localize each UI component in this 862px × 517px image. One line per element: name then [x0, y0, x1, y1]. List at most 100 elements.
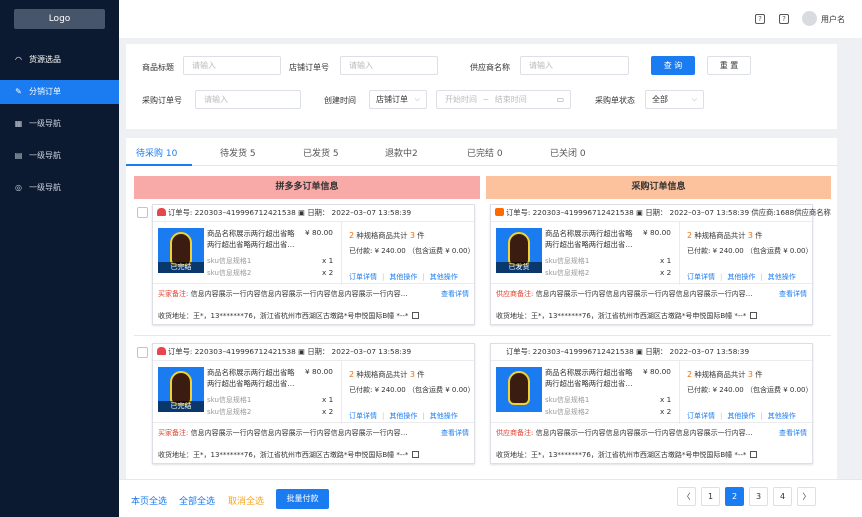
purchase-order-input[interactable]: 请输入 — [195, 90, 301, 109]
tab-shipped[interactable]: 已发货 5 — [303, 146, 339, 159]
summary-text: 种规格商品共计 — [354, 370, 410, 379]
order-row-checkbox[interactable] — [137, 207, 148, 218]
row-divider — [134, 335, 831, 336]
sidebar-item-nav-1[interactable]: ▦ 一级导航 — [0, 112, 119, 136]
next-page-button[interactable]: 〉 — [797, 487, 816, 506]
supplier-input[interactable]: 请输入 — [520, 56, 629, 75]
shipping-address: 收货地址：王*，13*******76，浙江省杭州市西湖区古墩路*号申悦国际B幢… — [158, 450, 420, 460]
calendar-icon: ▭ — [556, 95, 564, 104]
product-thumbnail[interactable] — [496, 367, 542, 412]
view-detail-link[interactable]: 查看详情 — [441, 289, 469, 299]
tab-completed[interactable]: 已完结 0 — [467, 146, 503, 159]
product-thumbnail[interactable]: 已发货 — [496, 228, 542, 273]
other-action-link[interactable]: 其他操作 — [727, 412, 755, 420]
sku-spec-1: sku信息规格1 — [207, 257, 252, 265]
order-header-text: 订单号: 220303–419996712421538 ▣ 日期： 2022–0… — [506, 208, 831, 217]
question-icon[interactable]: ? — [779, 14, 789, 24]
summary-unit: 件 — [414, 231, 425, 240]
product-name[interactable]: 商品名称展示两行超出省略两行超出省略两行超出省… — [207, 367, 297, 389]
sidebar-item-distribution-orders[interactable]: ✎ 分销订单 — [0, 80, 119, 104]
copy-icon[interactable] — [750, 312, 758, 319]
sku-qty-2: x 2 — [660, 407, 672, 416]
created-time-select[interactable]: 店铺订单 ⌵ — [369, 90, 427, 109]
other-action-link[interactable]: 其他操作 — [768, 412, 796, 420]
copy-icon[interactable] — [412, 451, 420, 458]
product-name[interactable]: 商品名称展示两行超出省略两行超出省略两行超出省… — [545, 367, 635, 389]
sidebar-item-source[interactable]: ◠ 货源选品 — [0, 48, 119, 72]
avatar[interactable] — [802, 11, 817, 26]
other-action-link[interactable]: 其他操作 — [389, 412, 417, 420]
paid-amount: 已付款: ¥ 240.00 （包含运费 ¥ 0.00） — [687, 386, 813, 394]
purchase-order-card: 订单号: 220303–419996712421538 ▣ 日期： 2022–0… — [490, 204, 831, 325]
summary-unit: 件 — [752, 231, 763, 240]
tab-pending-purchase[interactable]: 待采购 10 — [136, 146, 177, 159]
date-range-input[interactable]: 开始时间 ~ 结束时间 ▭ — [436, 90, 571, 109]
store-order-input[interactable]: 请输入 — [340, 56, 438, 75]
card-divider — [679, 222, 680, 285]
copy-icon[interactable] — [750, 451, 758, 458]
tab-closed[interactable]: 已关闭 0 — [550, 146, 586, 159]
chevron-down-icon: ⌵ — [691, 95, 697, 103]
other-action-link[interactable]: 其他操作 — [430, 273, 458, 281]
tab-refunding[interactable]: 退款中2 — [385, 146, 418, 159]
username[interactable]: 用户名 — [821, 14, 845, 25]
order-header: 订单号: 220303–419996712421538 ▣ 日期： 2022–0… — [157, 208, 411, 218]
sidebar-item-nav-2[interactable]: ▤ 一级导航 — [0, 144, 119, 168]
order-row-checkbox[interactable] — [137, 347, 148, 358]
page-3-button[interactable]: 3 — [749, 487, 768, 506]
sku-spec-1: sku信息规格1 — [545, 257, 590, 265]
order-header: 订单号: 220303–419996712421538 ▣ 日期： 2022–0… — [495, 208, 831, 218]
purchase-status-select[interactable]: 全部 ⌵ — [645, 90, 704, 109]
active-tab-indicator — [126, 164, 192, 166]
select-page-link[interactable]: 本页全选 — [131, 494, 167, 507]
order-detail-link[interactable]: 订单详情 — [349, 412, 377, 420]
product-name[interactable]: 商品名称展示两行超出省略两行超出省略两行超出省… — [207, 228, 297, 250]
view-detail-link[interactable]: 查看详情 — [441, 428, 469, 438]
status-stamp: 已完结 — [158, 262, 204, 273]
sku-qty-1: x 1 — [322, 395, 334, 404]
page-1-button[interactable]: 1 — [701, 487, 720, 506]
other-action-link[interactable]: 其他操作 — [389, 273, 417, 281]
created-time-label: 创建时间 — [324, 96, 356, 105]
other-action-link[interactable]: 其他操作 — [727, 273, 755, 281]
order-detail-link[interactable]: 订单详情 — [687, 412, 715, 420]
sku-qty-1: x 1 — [660, 256, 672, 265]
sidebar-item-nav-3[interactable]: ◎ 一级导航 — [0, 176, 119, 200]
order-detail-link[interactable]: 订单详情 — [349, 273, 377, 281]
product-title-label: 商品标题 — [142, 63, 174, 72]
paid-amount: 已付款: ¥ 240.00 （包含运费 ¥ 0.00） — [687, 247, 813, 255]
copy-icon[interactable] — [412, 312, 420, 319]
order-summary: 2 种规格商品共计 3 件 — [687, 231, 763, 241]
product-thumbnail[interactable]: 已完结 — [158, 228, 204, 273]
tab-pending-ship[interactable]: 待发货 5 — [220, 146, 256, 159]
purchase-order-card: 订单号: 220303–419996712421538 ▣ 日期： 2022–0… — [490, 343, 814, 464]
prev-page-button[interactable]: 〈 — [677, 487, 696, 506]
edit-icon: ✎ — [15, 87, 22, 96]
batch-pay-button[interactable]: 批量付款 — [276, 489, 329, 509]
select-all-link[interactable]: 全部全选 — [179, 494, 215, 507]
query-button[interactable]: 查 询 — [651, 56, 695, 75]
product-name[interactable]: 商品名称展示两行超出省略两行超出省略两行超出省… — [545, 228, 635, 250]
footer-bar: 本页全选 全部全选 取消全选 批量付款 〈 1 2 3 4 〉 — [119, 479, 862, 517]
product-title-input[interactable]: 请输入 — [183, 56, 281, 75]
summary-text: 种规格商品共计 — [692, 370, 748, 379]
view-detail-link[interactable]: 查看详情 — [779, 289, 807, 299]
remark-label: 供应商备注: — [496, 290, 534, 298]
other-action-link[interactable]: 其他操作 — [430, 412, 458, 420]
view-detail-link[interactable]: 查看详情 — [779, 428, 807, 438]
order-actions: 订单详情 | 其他操作 | 其他操作 — [687, 412, 796, 420]
product-block: 已发货 商品名称展示两行超出省略两行超出省略两行超出省… ¥ 80.00 sku… — [491, 221, 814, 285]
shipping-address: 收货地址：王*，13*******76，浙江省杭州市西湖区古墩路*号申悦国际B幢… — [496, 311, 758, 321]
cancel-select-link[interactable]: 取消全选 — [228, 494, 264, 507]
sidebar-item-label: 一级导航 — [29, 183, 61, 192]
purchase-order-label: 采购订单号 — [142, 96, 182, 105]
help-icon[interactable]: ? — [755, 14, 765, 24]
sku-qty-2: x 2 — [322, 268, 334, 277]
reset-button[interactable]: 重 置 — [707, 56, 751, 75]
page-2-button[interactable]: 2 — [725, 487, 744, 506]
page-4-button[interactable]: 4 — [773, 487, 792, 506]
other-action-link[interactable]: 其他操作 — [768, 273, 796, 281]
product-thumbnail[interactable]: 已完结 — [158, 367, 204, 412]
order-header: 订单号: 220303–419996712421538 ▣ 日期： 2022–0… — [495, 347, 749, 357]
order-detail-link[interactable]: 订单详情 — [687, 273, 715, 281]
